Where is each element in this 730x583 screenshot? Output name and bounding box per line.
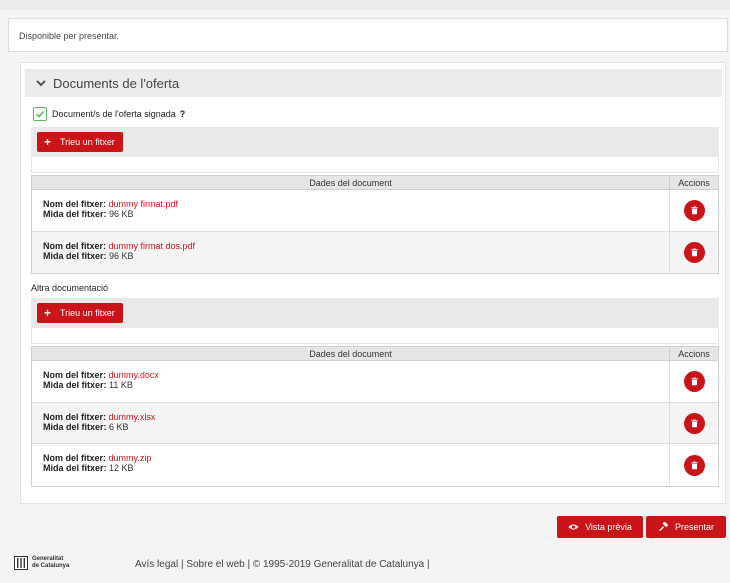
eye-icon [568,524,579,530]
file-name-link[interactable]: dummy firmat dos.pdf [109,241,196,251]
col-actions-header: Accions [678,178,710,188]
upload-bar-other: + Trieu un fitxer [31,298,719,328]
file-size: 96 KB [109,209,134,219]
file-name-link[interactable]: dummy.docx [109,370,159,380]
plus-icon: + [44,135,52,149]
choose-file-label: Trieu un fitxer [60,137,115,147]
delete-button[interactable] [683,371,705,392]
file-size: 11 KB [109,380,133,390]
submit-button[interactable]: Presentar [646,516,726,538]
logo-line1: Generalitat [32,556,64,562]
documents-panel: Documents de l'oferta Document/s de l'of… [20,62,726,504]
file-name-link[interactable]: dummy firmat.pdf [109,199,179,209]
gavel-icon [659,521,669,531]
table-row: Nom del fitxer: dummy firmat dos.pdf Mid… [32,232,718,273]
section-title: Documents de l'oferta [53,76,180,91]
trash-icon [690,206,698,215]
section-header[interactable]: Documents de l'oferta [25,69,722,97]
upload-bar-signed: + Trieu un fitxer [31,127,719,157]
footer: Generalitat de Catalunya Avís legal | So… [0,547,730,583]
preview-button[interactable]: Vista prèvia [557,516,643,538]
other-docs-table: Dades del document Accions Nom del fitxe… [31,346,719,487]
table-header: Dades del document Accions [32,347,718,361]
delete-button[interactable] [683,200,705,221]
doc-info: Nom del fitxer: dummy.xlsx Mida del fitx… [32,403,670,443]
generalitat-logo[interactable]: Generalitat de Catalunya [14,556,69,570]
help-mark[interactable]: ? [180,109,186,119]
top-strip [0,0,730,10]
preview-label: Vista prèvia [585,522,632,532]
table-row: Nom del fitxer: dummy.xlsx Mida del fitx… [32,403,718,444]
signed-row: Document/s de l'oferta signada ? [33,106,185,122]
other-docs-title: Altra documentació [31,283,109,293]
delete-button[interactable] [683,412,705,434]
col-data-header: Dades del document [32,176,670,189]
upload-subbar-signed [31,157,719,173]
trash-icon [690,460,698,469]
delete-button[interactable] [683,454,705,476]
choose-file-label: Trieu un fitxer [60,308,115,318]
trash-icon [690,248,698,257]
file-name-link[interactable]: dummy.xlsx [109,412,156,422]
table-row: Nom del fitxer: dummy firmat.pdf Mida de… [32,190,718,232]
choose-file-button-other[interactable]: + Trieu un fitxer [37,303,123,323]
doc-info: Nom del fitxer: dummy firmat.pdf Mida de… [32,190,670,231]
col-data-header: Dades del document [32,347,670,360]
signed-label: Document/s de l'oferta signada [52,109,176,119]
status-box: Disponible per presentar. [8,18,728,52]
file-size: 96 KB [109,251,134,261]
doc-info: Nom del fitxer: dummy firmat dos.pdf Mid… [32,232,670,273]
plus-icon: + [44,306,52,320]
check-icon[interactable] [33,107,47,121]
file-size: 6 KB [109,422,129,432]
delete-button[interactable] [683,242,705,263]
file-name-link[interactable]: dummy.zip [109,453,152,463]
submit-label: Presentar [674,522,715,532]
doc-info: Nom del fitxer: dummy.zip Mida del fitxe… [32,444,670,486]
trash-icon [690,377,698,386]
footer-links[interactable]: Avís legal | Sobre el web | © 1995-2019 … [135,559,430,570]
table-row: Nom del fitxer: dummy.zip Mida del fitxe… [32,444,718,486]
choose-file-button-signed[interactable]: + Trieu un fitxer [37,132,123,152]
trash-icon [690,418,698,427]
generalitat-logo-icon [14,556,28,570]
table-header: Dades del document Accions [32,176,718,190]
file-size: 12 KB [109,463,134,473]
signed-docs-table: Dades del document Accions Nom del fitxe… [31,175,719,274]
logo-line2: de Catalunya [32,563,70,569]
chevron-down-icon [36,80,46,87]
upload-subbar-other [31,328,719,344]
status-text: Disponible per presentar. [19,31,120,41]
col-actions-header: Accions [678,349,710,359]
doc-info: Nom del fitxer: dummy.docx Mida del fitx… [32,361,670,402]
table-row: Nom del fitxer: dummy.docx Mida del fitx… [32,361,718,403]
